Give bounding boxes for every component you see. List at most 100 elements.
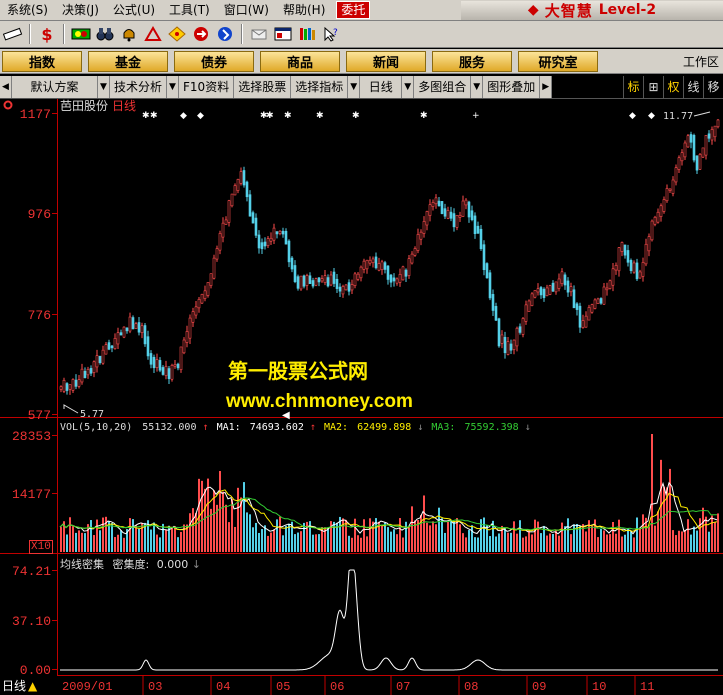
volume-bar [219,471,221,552]
candle-body [575,303,579,310]
tab-select-stock[interactable]: 选择股票 [234,75,292,98]
event-marker-icon[interactable]: ✱ [266,111,274,121]
pencil-icon[interactable] [2,23,24,45]
chart-settings-icon[interactable] [3,100,13,110]
event-marker-icon[interactable]: + [472,111,480,121]
event-marker-icon[interactable]: ✱ [352,111,360,121]
diamond-icon[interactable] [166,23,188,45]
volume-bar [591,525,593,552]
volume-bar [381,525,383,552]
tool-mark[interactable]: 标 [623,75,643,98]
tool-grid[interactable]: ⊞ [643,75,663,98]
density-indicator-line [60,569,718,671]
menu-decision[interactable]: 决策(J) [55,0,106,21]
event-marker-icon[interactable]: ✱ [150,111,158,121]
volume-bar [78,530,80,552]
event-marker-icon[interactable]: ◆ [180,111,187,121]
event-marker-icon[interactable]: ◆ [648,111,655,121]
candle-body [128,316,132,332]
tab-f10[interactable]: F10资料 [179,75,235,98]
volume-bar [561,522,563,552]
tab-scroll-left-icon[interactable]: ◀ [0,75,12,98]
event-marker-icon[interactable]: ✱ [316,111,324,121]
nav-research-button[interactable]: 研究室 [518,50,598,72]
workspace-button[interactable]: 工作区 [683,53,719,70]
candle-body [716,119,720,128]
ma1-label: MA1: [217,422,241,433]
tool-line[interactable]: 线 [683,75,703,98]
tab-dropdown-icon[interactable]: ▼ [402,75,415,98]
tool-rights[interactable]: 权 [663,75,683,98]
stock-title: 芭田股份 日线 [60,97,136,114]
ma2-label: MA2: [324,422,348,433]
volume-info: VOL(5,10,20) 55132.000 ↑ MA1: 74693.602 … [60,422,531,433]
drafting-icon[interactable] [142,23,164,45]
candle-body [293,265,297,283]
nav-news-button[interactable]: 新闻 [346,50,426,72]
candle-body [260,242,264,250]
tab-multi-chart[interactable]: 多图组合 [414,75,472,98]
chart-frame [0,99,723,695]
tab-select-indicator[interactable]: 选择指标 [291,75,349,98]
nav-service-button[interactable]: 服务 [432,50,512,72]
event-marker-icon[interactable]: ✱ [142,111,150,121]
window-icon[interactable] [272,23,294,45]
candle-body [368,259,372,264]
volume-bar [96,519,98,552]
candle-body [500,334,504,344]
candle-body [266,238,270,247]
binoculars-icon[interactable] [94,23,116,45]
period-selector[interactable]: 日线 ▲ [0,676,60,695]
tab-dropdown-icon[interactable]: ▼ [471,75,484,98]
menu-formula[interactable]: 公式(U) [106,0,162,21]
message-icon[interactable] [248,23,270,45]
nav-fund-button[interactable]: 基金 [88,50,168,72]
stock-chart-area[interactable]: 1177 976 776 577 28353 14177 74.21 37.10… [0,99,723,695]
tab-dropdown-icon[interactable]: ▼ [348,75,361,98]
volume-bar [84,533,86,552]
period-up-icon[interactable]: ▲ [28,679,37,693]
tab-overlay[interactable]: 图形叠加 [483,75,541,98]
event-marker-icon[interactable]: ✱ [420,111,428,121]
event-marker-icon[interactable]: ✱ [284,111,292,121]
push-pin-icon[interactable] [214,23,236,45]
chart-canvas[interactable]: 1177 976 776 577 28353 14177 74.21 37.10… [0,99,723,695]
event-marker-icon[interactable]: ◆ [629,111,636,121]
tool-move[interactable]: 移 [703,75,723,98]
volume-bar [153,522,155,552]
trade-entrust-button[interactable]: 委托 [336,1,371,19]
candle-body [185,331,189,343]
event-marker-icon[interactable]: ◆ [197,111,204,121]
nav-commodity-button[interactable]: 商品 [260,50,340,72]
dollar-icon[interactable]: $ [36,23,58,45]
tab-daily[interactable]: 日线 [360,75,403,98]
volume-bar [228,522,230,552]
candle-body [353,273,357,286]
volume-bar [177,537,179,552]
tab-default-scheme[interactable]: 默认方案 [12,75,98,98]
tab-dropdown-icon[interactable]: ▼ [167,75,180,98]
tab-scroll-right-icon[interactable]: ▶ [540,75,553,98]
volume-bar [681,531,683,552]
help-pointer-icon[interactable]: ? [320,23,342,45]
candle-body [608,280,612,289]
candle-body [98,355,102,363]
volume-bar [387,527,389,552]
menu-system[interactable]: 系统(S) [0,0,55,21]
high-price-marker: 11.77 [663,111,693,122]
alarm-bell-icon[interactable] [118,23,140,45]
menu-help[interactable]: 帮助(H) [276,0,332,21]
menu-tools[interactable]: 工具(T) [162,0,217,21]
nav-index-button[interactable]: 指数 [2,50,82,72]
candle-body [329,274,333,286]
nav-bond-button[interactable]: 债券 [174,50,254,72]
books-icon[interactable] [296,23,318,45]
menu-window[interactable]: 窗口(W) [217,0,276,21]
volume-bar [192,508,194,552]
arrow-icon[interactable] [190,23,212,45]
tab-technical-analysis[interactable]: 技术分析 [110,75,168,98]
volume-bar [609,534,611,552]
tab-dropdown-icon[interactable]: ▼ [98,75,110,98]
volume-bar [708,531,710,552]
indicator-icon[interactable] [70,23,92,45]
